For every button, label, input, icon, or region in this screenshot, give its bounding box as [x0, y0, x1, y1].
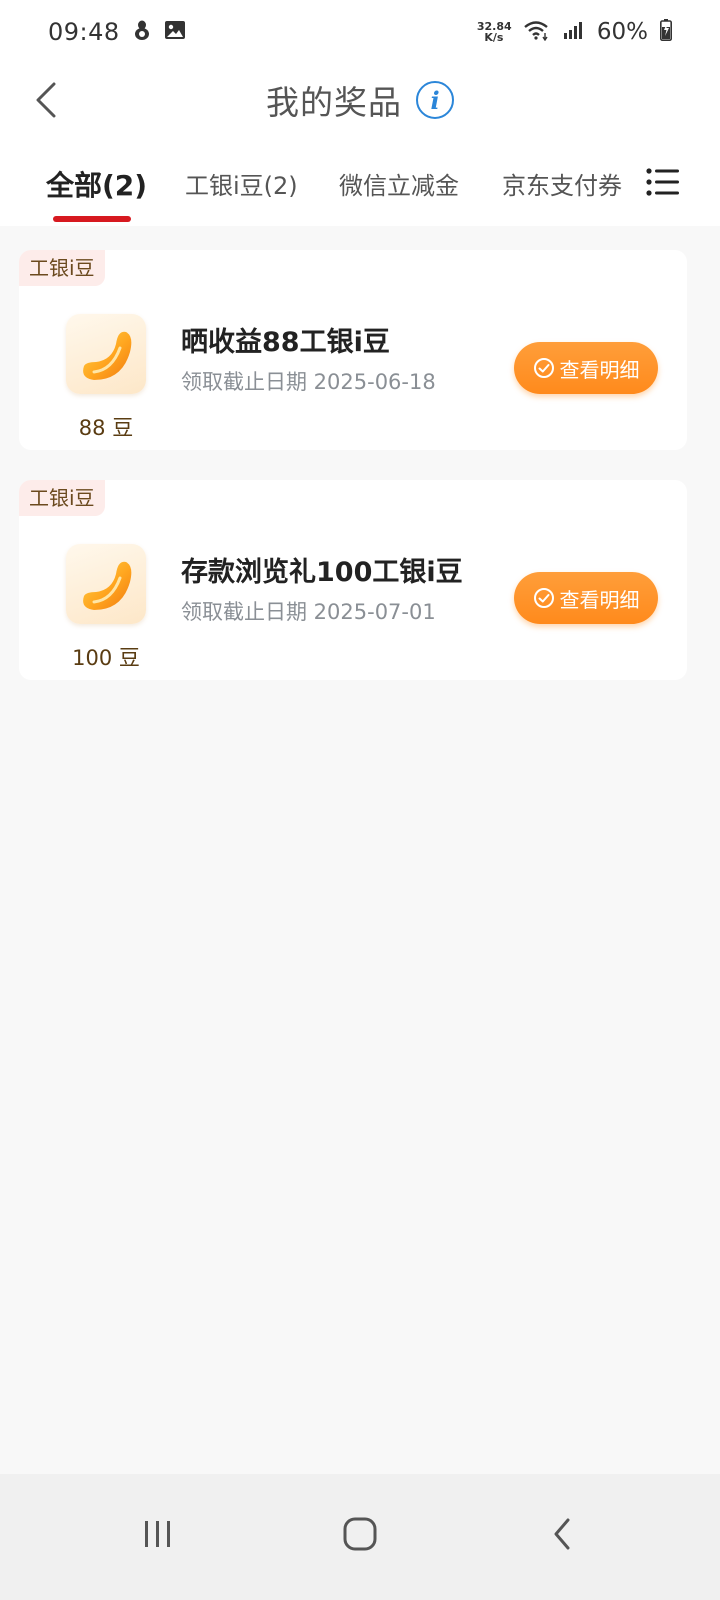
status-left: 09:48 [48, 18, 186, 46]
check-circle-icon [533, 358, 554, 378]
home-button[interactable] [330, 1504, 390, 1564]
list-menu-icon [646, 168, 679, 196]
tab-wechat-discount[interactable]: 微信立减金 [339, 166, 459, 201]
title-wrap: 我的奖品 i [0, 64, 720, 136]
bean-icon [66, 314, 146, 394]
active-tab-indicator [53, 216, 131, 222]
tab-jd-pay-coupon[interactable]: 京东支付券 [502, 166, 622, 201]
header: 我的奖品 i [0, 64, 720, 136]
back-button[interactable] [22, 76, 70, 124]
bean-amount-label: 100 豆 [72, 646, 140, 670]
prize-card[interactable]: 工银i豆 88 豆 晒收益88工银i豆 领取截止日期 2025-06-18 查看… [19, 250, 687, 450]
view-details-label: 查看明细 [559, 357, 640, 382]
prize-name: 存款浏览礼100工银i豆 [181, 557, 463, 588]
recent-apps-icon [145, 1521, 170, 1547]
net-speed: 32.84 K/s [477, 21, 512, 44]
back-arrow-icon [36, 82, 56, 118]
page: 09:48 32.84 K/s 60% 我的奖品 i 全部(2) 工银i豆(2)… [0, 0, 720, 1600]
signal-icon [563, 20, 585, 44]
info-icon[interactable]: i [416, 81, 454, 119]
system-back-icon [554, 1518, 570, 1550]
tab-bar: 全部(2) 工银i豆(2) 微信立减金 京东支付券 [0, 136, 720, 226]
check-circle-icon [533, 588, 554, 608]
tab-all[interactable]: 全部(2) [46, 164, 147, 204]
gallery-icon [164, 20, 186, 44]
prize-name: 晒收益88工银i豆 [181, 327, 390, 358]
view-details-button[interactable]: 查看明细 [514, 572, 658, 624]
bean-icon [66, 544, 146, 624]
tab-icbc-beans[interactable]: 工银i豆(2) [185, 166, 298, 201]
tab-menu-button[interactable] [646, 166, 680, 198]
prize-deadline: 领取截止日期 2025-07-01 [181, 600, 436, 624]
recent-apps-button[interactable] [128, 1504, 188, 1564]
net-speed-unit: K/s [484, 31, 504, 44]
prize-category-tag: 工银i豆 [19, 250, 105, 286]
prize-category-tag: 工银i豆 [19, 480, 105, 516]
system-nav-bar [0, 1474, 720, 1600]
battery-percent: 60% [596, 19, 648, 45]
status-bar: 09:48 32.84 K/s 60% [0, 0, 720, 64]
prize-deadline: 领取截止日期 2025-06-18 [181, 370, 436, 394]
bean-amount-label: 88 豆 [78, 416, 134, 440]
view-details-button[interactable]: 查看明细 [514, 342, 658, 394]
page-title: 我的奖品 [266, 83, 402, 122]
battery-charging-icon [660, 19, 672, 45]
view-details-label: 查看明细 [559, 587, 640, 612]
status-right: 32.84 K/s 60% [477, 19, 672, 45]
prize-card[interactable]: 工银i豆 100 豆 存款浏览礼100工银i豆 领取截止日期 2025-07-0… [19, 480, 687, 680]
system-back-button[interactable] [532, 1504, 592, 1564]
home-icon [343, 1517, 377, 1551]
status-time: 09:48 [48, 18, 120, 46]
wifi-icon [523, 19, 551, 45]
app-notification-icon [132, 19, 152, 45]
